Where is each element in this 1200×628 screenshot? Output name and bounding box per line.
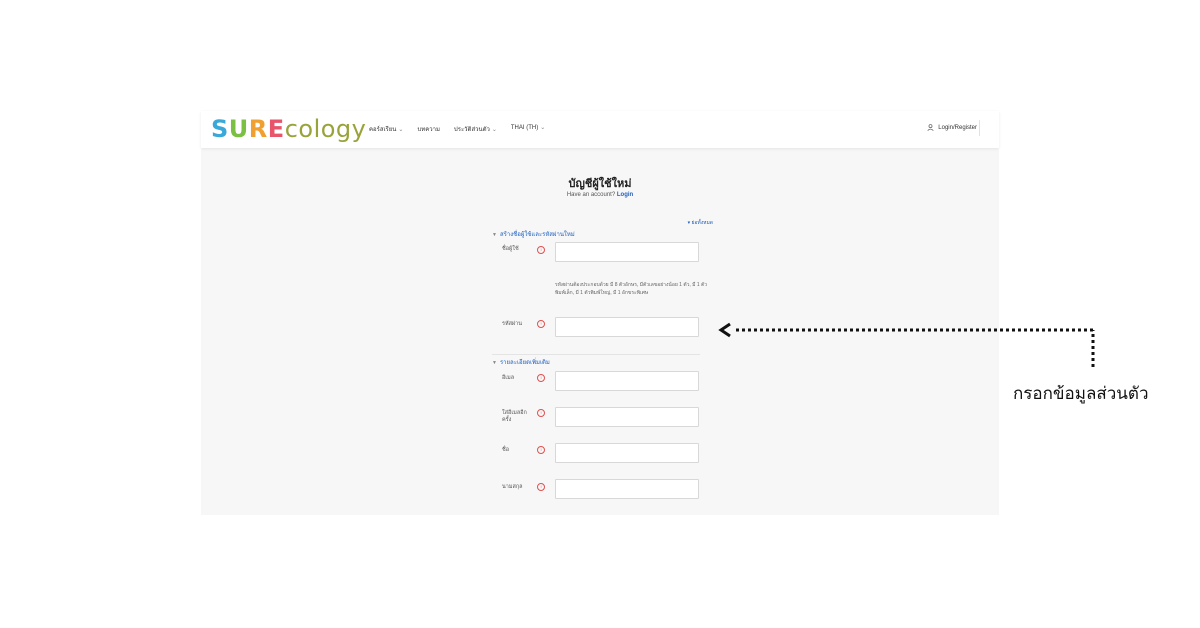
annotation-text: กรอกข้อมูลส่วนตัว (1013, 384, 1149, 404)
annotation-arrow (718, 322, 1095, 367)
arrow-head-icon (718, 322, 731, 338)
